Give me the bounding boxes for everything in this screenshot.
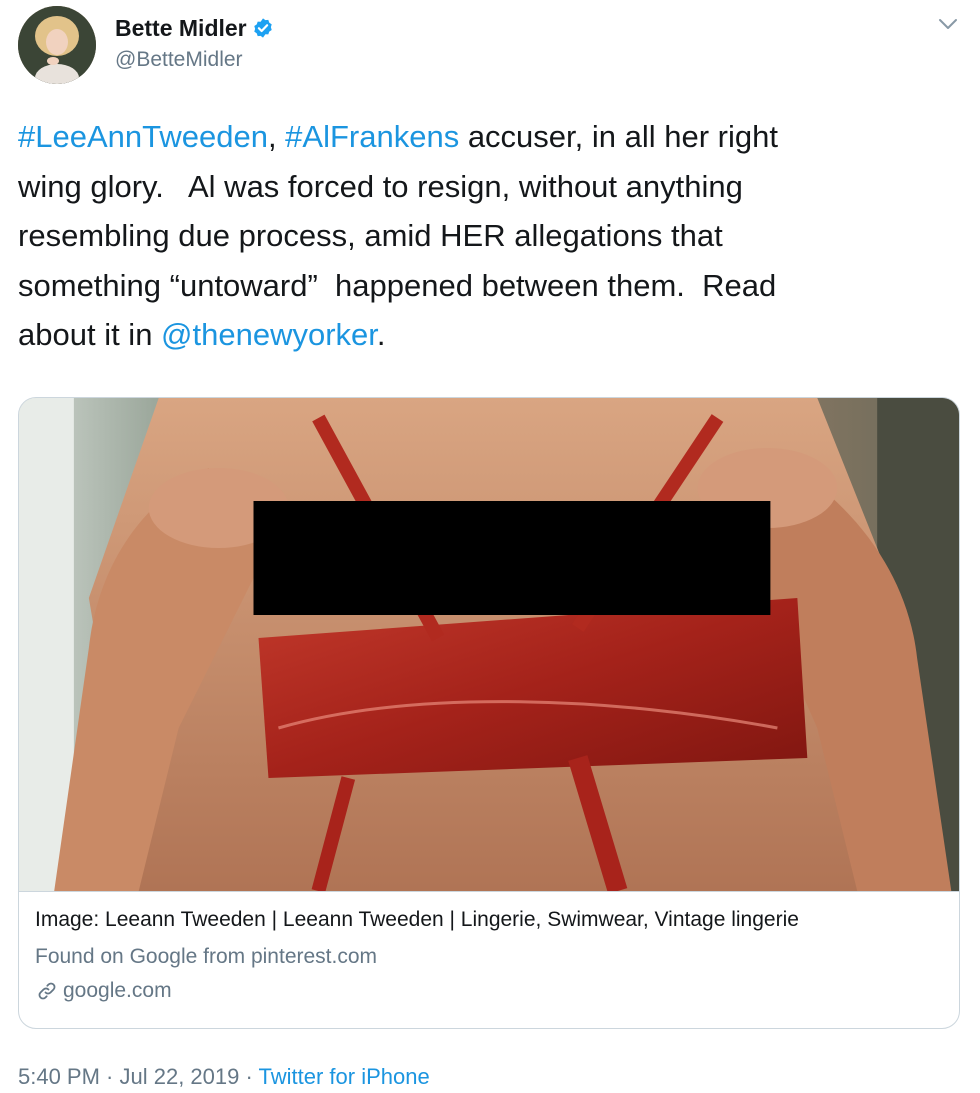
tweet-text-segment: . [376, 317, 386, 352]
user-name-block[interactable]: Bette Midler @BetteMidler [115, 14, 274, 74]
tweet-text-segment: , [267, 119, 286, 154]
tweet-text: #LeeAnnTweeden, #AlFrankens accuser, in … [18, 112, 958, 360]
card-body[interactable]: Image: Leeann Tweeden | Leeann Tweeden |… [19, 891, 959, 1028]
chevron-down-icon[interactable] [936, 12, 960, 36]
card-image[interactable] [19, 398, 959, 891]
tweet-time[interactable]: 5:40 PM [18, 1064, 100, 1089]
meta-separator: · [99, 1064, 120, 1089]
card-title[interactable]: Image: Leeann Tweeden | Leeann Tweeden |… [35, 908, 799, 932]
hashtag-link[interactable]: #AlFrankens [285, 119, 459, 154]
link-icon [38, 982, 56, 1000]
meta-separator: · [239, 1064, 259, 1089]
display-name-text[interactable]: Bette Midler [115, 14, 247, 42]
link-card[interactable]: Image: Leeann Tweeden | Leeann Tweeden |… [18, 397, 960, 1029]
display-name[interactable]: Bette Midler [115, 14, 274, 42]
avatar[interactable] [18, 6, 96, 84]
verified-badge-icon [252, 17, 274, 39]
card-domain[interactable]: google.com [35, 979, 172, 1003]
tweet-header: Bette Midler @BetteMidler [16, 6, 966, 86]
card-domain-text[interactable]: google.com [63, 979, 172, 1003]
user-handle[interactable]: @BetteMidler [115, 46, 274, 74]
card-description: Found on Google from pinterest.com [35, 945, 378, 968]
tweet-source[interactable]: Twitter for iPhone [259, 1064, 430, 1089]
tweet-date[interactable]: Jul 22, 2019 [120, 1064, 240, 1089]
mention-link[interactable]: @thenewyorker [161, 317, 377, 352]
tweet-meta: 5:40 PM · Jul 22, 2019 · Twitter for iPh… [18, 1064, 430, 1090]
hashtag-link[interactable]: #LeeAnnTweeden [18, 119, 268, 154]
